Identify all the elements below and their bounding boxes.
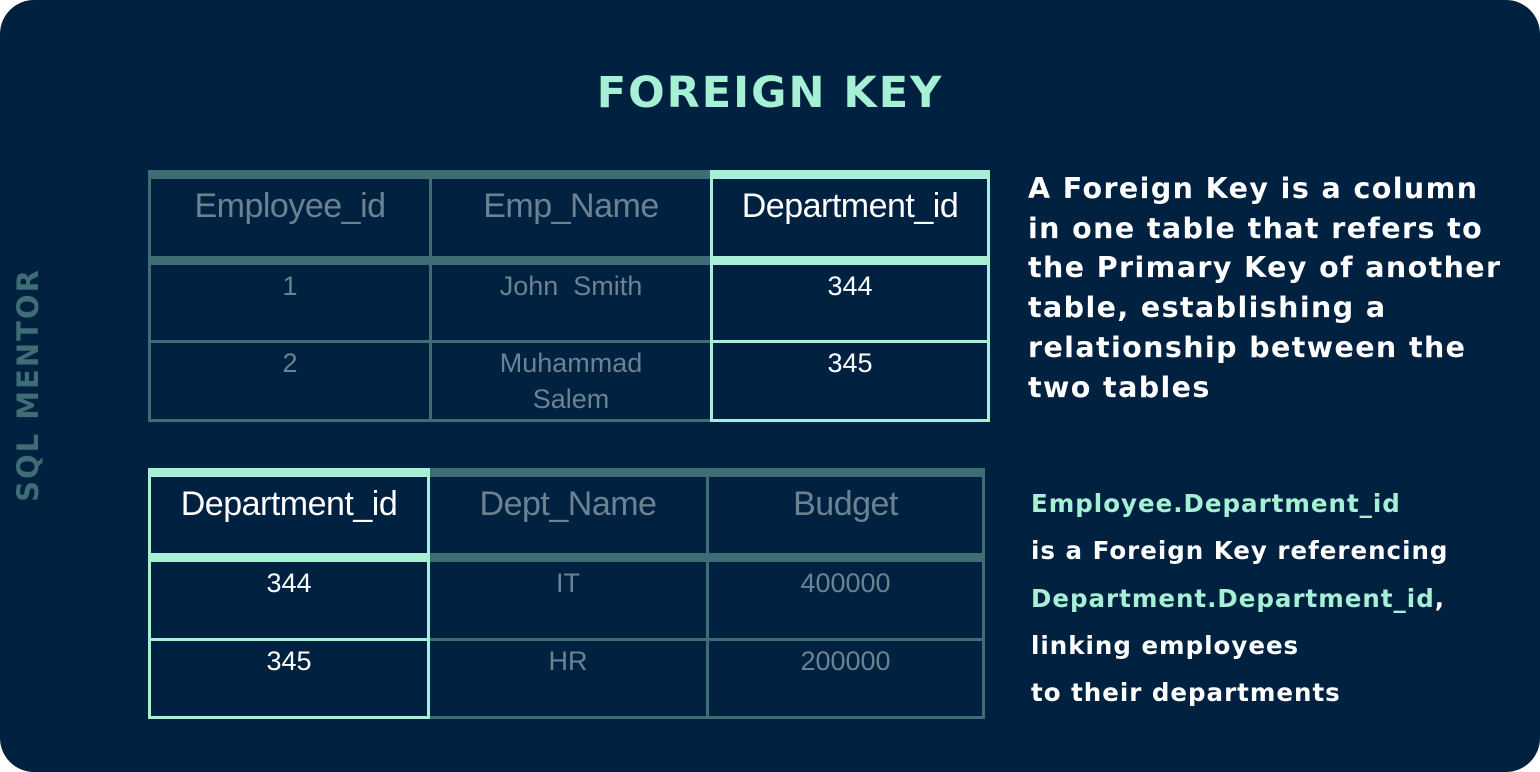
table-cell: IT [556,568,580,598]
fk-column-line [710,340,990,343]
definition-text: A Foreign Key is a column in one table t… [1028,172,1502,404]
table-cell: 200000 [800,646,891,676]
header-employee-id: Employee_id [194,187,386,225]
table-cell: 345 [827,348,873,378]
table-cell: HR [548,646,588,676]
note-line: Department.Department_id, [1031,575,1511,622]
fk-column-line [710,170,990,179]
pk-column-line [148,468,430,477]
note-text: to their departments [1031,678,1341,708]
note-text: is a Foreign Key referencing [1031,536,1449,566]
page-title: FOREIGN KEY [596,68,944,118]
table-cell: 400000 [800,568,891,598]
fk-column-line [987,170,990,422]
table-cell: Muhammad Salem [499,348,643,414]
header-dept-name: Dept_Name [479,485,657,523]
table-cell: 1 [282,271,298,301]
pk-column-line [148,638,430,641]
header-emp-name: Emp_Name [483,187,659,225]
department-table: Department_id Dept_Name Budget 344 IT 40… [148,468,985,719]
table-cell: 344 [827,271,873,301]
header-department-id: Department_id [741,187,959,225]
grid-line [982,468,985,719]
pk-column-line [148,553,430,562]
header-department-id: Department_id [180,485,398,523]
pk-reference: Department.Department_id [1031,583,1435,613]
note-punctuation: , [1434,583,1446,613]
fk-column-line [710,419,990,422]
fk-column-line [710,256,990,265]
employee-table: Employee_id Emp_Name Department_id 1 Joh… [148,170,990,422]
table-cell: 344 [266,568,312,598]
note-text: linking employees [1031,630,1300,660]
side-brand-label: SQL MENTOR [11,268,45,502]
table-cell: 345 [266,646,312,676]
relationship-note: Employee.Department_id is a Foreign Key … [1031,480,1511,716]
header-budget: Budget [793,485,898,523]
table-cell: 2 [282,348,298,378]
foreign-key-card: FOREIGN KEY SQL MENTOR Employee_id Emp_N… [0,0,1540,772]
fk-reference: Employee.Department_id [1031,489,1401,518]
pk-column-line [148,716,430,719]
table-cell: John Smith [499,271,643,301]
